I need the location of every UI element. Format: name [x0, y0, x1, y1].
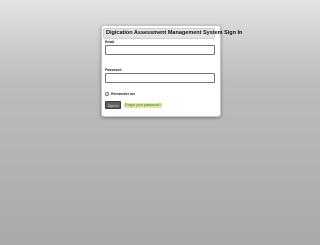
- page-title: Digication Assessment Management System …: [106, 30, 243, 36]
- email-label: Email: [105, 40, 115, 44]
- email-field[interactable]: [105, 45, 215, 55]
- password-field[interactable]: [105, 73, 215, 83]
- panel-title-bar: Digication Assessment Management System …: [103, 28, 242, 39]
- remember-me-label[interactable]: Remember me: [111, 92, 135, 96]
- password-label: Password: [105, 68, 122, 72]
- remember-me-checkbox[interactable]: [105, 92, 109, 96]
- sign-in-button[interactable]: Sign In: [105, 101, 121, 109]
- remember-me-row[interactable]: Remember me: [105, 92, 135, 96]
- forgot-password-link[interactable]: Forgot your password?: [124, 103, 162, 108]
- sign-in-panel: Digication Assessment Management System …: [101, 25, 242, 117]
